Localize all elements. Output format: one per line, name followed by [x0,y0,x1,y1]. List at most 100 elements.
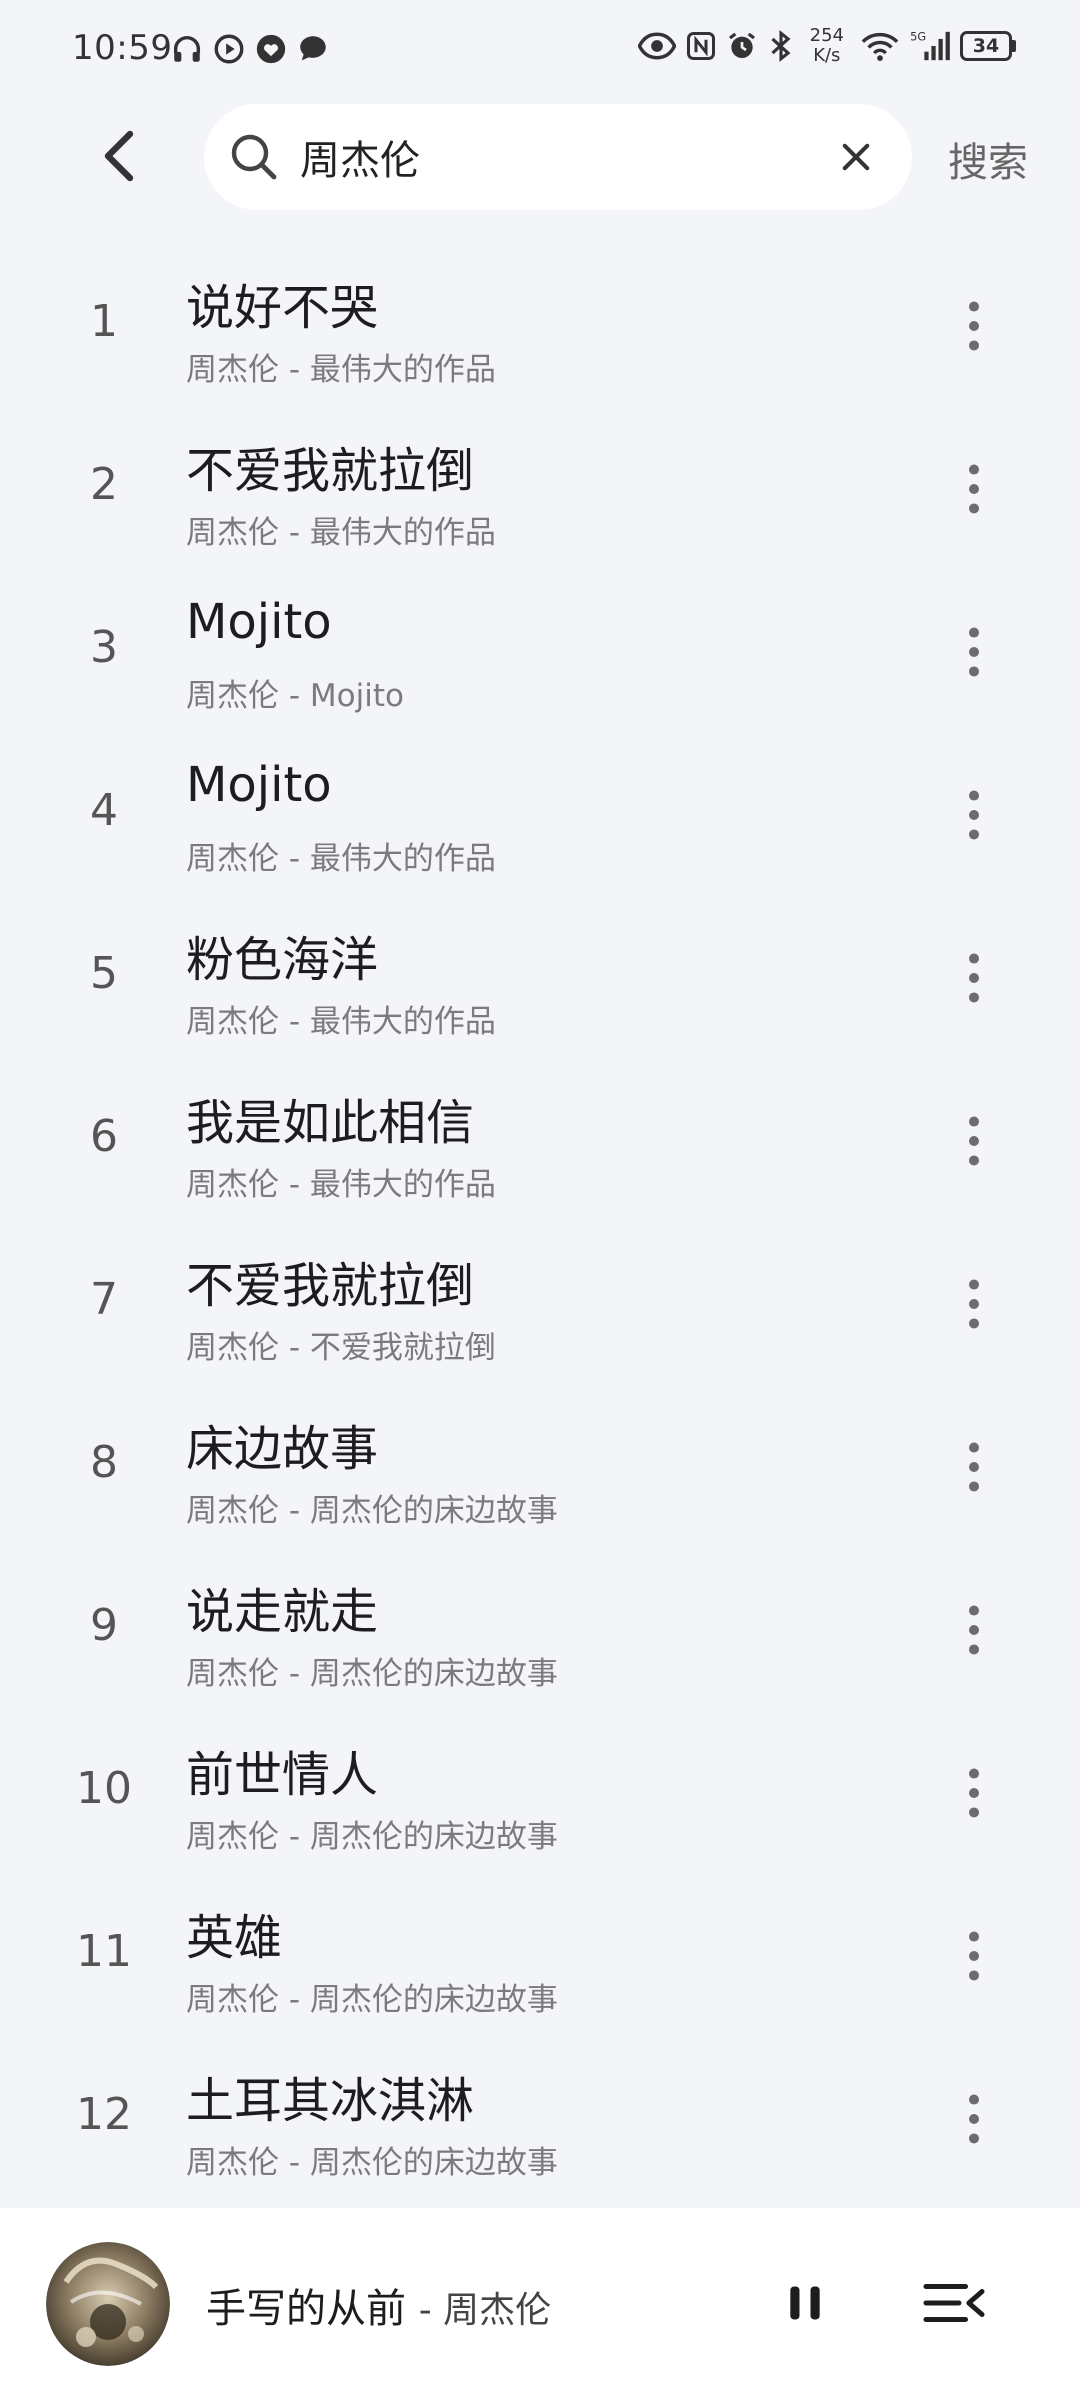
more-vertical-icon [969,464,979,514]
song-artist-album: 周杰伦 - Mojito [186,678,404,714]
song-artist-album: 周杰伦 - 周杰伦的床边故事 [186,1493,558,1529]
song-title: 粉色海洋 [186,932,379,988]
chevron-left-icon [104,130,134,182]
song-title: 说走就走 [186,1584,379,1640]
song-index: 12 [76,2089,132,2140]
song-more-button[interactable] [950,1763,998,1823]
song-more-button[interactable] [950,1926,998,1986]
song-more-button[interactable] [950,948,998,1008]
song-more-button[interactable] [950,459,998,519]
song-list: 1 说好不哭 周杰伦 - 最伟大的作品 2 不爱我就拉倒 周杰伦 - 最伟大的作品 3 Moj… [0,246,1080,2202]
mini-player[interactable]: 手写的从前 - 周杰伦 [0,2208,1080,2400]
search-icon [231,134,277,180]
song-more-button[interactable] [950,785,998,845]
more-vertical-icon [969,1279,979,1329]
nfc-icon [686,32,715,60]
song-row[interactable]: 4 Mojito 周杰伦 - 最伟大的作品 [0,735,1080,898]
song-artist-album: 周杰伦 - 周杰伦的床边故事 [186,1819,558,1855]
more-vertical-icon [969,627,979,677]
song-row[interactable]: 9 说走就走周杰伦 - 周杰伦的床边故事 [0,1550,1080,1713]
more-vertical-icon [969,301,979,351]
now-playing-info[interactable]: 手写的从前 - 周杰伦 [206,2276,551,2334]
song-row[interactable]: 10 前世情人周杰伦 - 周杰伦的床边故事 [0,1713,1080,1876]
network-speed-unit: K/s [813,45,841,66]
now-playing-title: 手写的从前 [206,2286,406,2332]
headphones-icon [173,36,201,62]
song-title: 不爱我就拉倒 [186,443,475,499]
song-title: 不爱我就拉倒 [186,1258,475,1314]
song-artist-album: 周杰伦 - 最伟大的作品 [186,515,496,551]
song-artist-album: 周杰伦 - 最伟大的作品 [186,1167,496,1203]
more-vertical-icon [969,1931,979,1981]
song-index: 9 [90,1600,118,1651]
battery-level: 34 [960,31,1012,61]
song-row[interactable]: 3 Mojito 周杰伦 - Mojito [0,572,1080,735]
song-title: 前世情人 [186,1747,379,1803]
alarm-icon [728,32,755,58]
song-more-button[interactable] [950,2089,998,2149]
song-title: 我是如此相信 [186,1095,475,1151]
eye-icon [637,32,676,60]
signal-5g-icon: 5G [910,29,950,61]
clear-search-button[interactable] [830,131,882,183]
song-artist-album: 周杰伦 - 不爱我就拉倒 [186,1330,496,1366]
song-artist-album: 周杰伦 - 最伟大的作品 [186,352,496,388]
song-title: 说好不哭 [186,280,379,336]
album-cover-image [46,2242,170,2366]
battery-indicator: 34 [960,31,1016,61]
close-icon [842,143,870,171]
heart-icon [256,34,286,64]
status-bar: 10:59 254 K/s 5G 34 [0,0,1080,100]
song-more-button[interactable] [950,1274,998,1334]
song-artist-album: 周杰伦 - 最伟大的作品 [186,1004,496,1040]
battery-tip [1012,40,1016,52]
more-vertical-icon [969,2094,979,2144]
pause-button[interactable] [770,2268,840,2338]
status-time: 10:59 [72,28,173,68]
status-system-icons: 254 K/s 5G 34 [637,26,1016,66]
song-title: 土耳其冰淇淋 [186,2073,475,2129]
song-artist-album: 周杰伦 - 周杰伦的床边故事 [186,1656,558,1692]
now-playing-artist: - 周杰伦 [418,2290,552,2331]
song-index: 6 [90,1111,118,1162]
play-circle-icon [214,34,244,64]
more-vertical-icon [969,1768,979,1818]
song-row[interactable]: 1 说好不哭周杰伦 - 最伟大的作品 [0,246,1080,409]
song-more-button[interactable] [950,622,998,682]
song-index: 11 [76,1926,132,1977]
more-vertical-icon [969,1442,979,1492]
song-row[interactable]: 8 床边故事 周杰伦 - 周杰伦的床边故事 [0,1387,1080,1550]
song-artist-album: 周杰伦 - 周杰伦的床边故事 [186,2145,558,2181]
more-vertical-icon [969,1116,979,1166]
album-art[interactable] [46,2242,170,2366]
song-row[interactable]: 11 英雄 周杰伦 - 周杰伦的床边故事 [0,1876,1080,2039]
chat-bubble-icon [300,36,326,61]
playlist-button[interactable] [914,2266,994,2340]
back-button[interactable] [90,126,150,186]
song-artist-album: 周杰伦 - 最伟大的作品 [186,841,496,877]
song-index: 7 [90,1274,118,1325]
more-vertical-icon [969,790,979,840]
song-index: 10 [76,1763,132,1814]
song-row[interactable]: 6 我是如此相信周杰伦 - 最伟大的作品 [0,1061,1080,1224]
song-more-button[interactable] [950,1437,998,1497]
search-button[interactable]: 搜索 [948,130,1028,188]
status-notification-icons [170,32,330,66]
song-artist-album: 周杰伦 - 周杰伦的床边故事 [186,1982,558,2018]
more-vertical-icon [969,1605,979,1655]
song-row[interactable]: 5 粉色海洋周杰伦 - 最伟大的作品 [0,898,1080,1061]
song-more-button[interactable] [950,1111,998,1171]
song-index: 5 [90,948,118,999]
song-row[interactable]: 12 土耳其冰淇淋周杰伦 - 周杰伦的床边故事 [0,2039,1080,2202]
song-index: 1 [90,296,118,347]
playlist-icon [923,2284,985,2322]
search-input[interactable]: 周杰伦 [300,128,420,186]
song-more-button[interactable] [950,1600,998,1660]
song-index: 8 [90,1437,118,1488]
network-speed-value: 254 [809,25,844,46]
network-speed: 254 K/s [810,26,844,66]
song-row[interactable]: 7 不爱我就拉倒周杰伦 - 不爱我就拉倒 [0,1224,1080,1387]
search-box[interactable]: 周杰伦 [204,104,912,210]
song-row[interactable]: 2 不爱我就拉倒 周杰伦 - 最伟大的作品 [0,409,1080,572]
song-more-button[interactable] [950,296,998,356]
